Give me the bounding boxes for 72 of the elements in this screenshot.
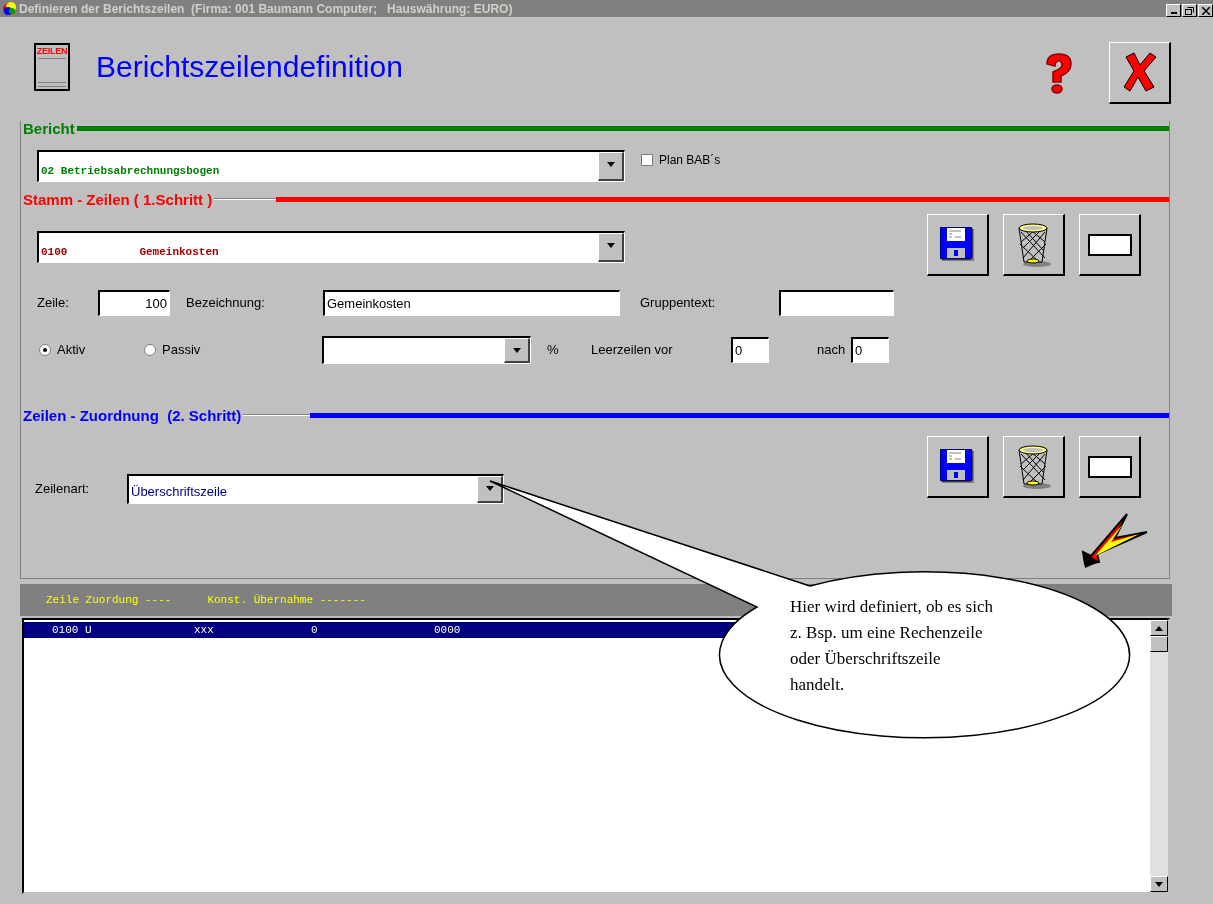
caret-icon <box>1154 880 1164 888</box>
save-button[interactable] <box>927 214 989 276</box>
radio-label: Passiv <box>162 341 201 360</box>
table-cell-text: 0 <box>311 622 319 638</box>
app-icon <box>2 0 17 17</box>
close-icon <box>1201 6 1210 15</box>
caret-icon <box>605 161 616 168</box>
dropdown-button[interactable] <box>598 152 624 181</box>
delete-button[interactable] <box>1003 214 1065 276</box>
dropdown-button[interactable] <box>477 476 503 503</box>
dropdown-field[interactable]: 02 Betriebsabrechnungsbogen <box>37 150 625 182</box>
caret-icon <box>511 347 522 354</box>
restore-icon <box>1185 6 1194 15</box>
caret-icon <box>605 242 616 249</box>
section-title: Zeilen - Zuordnung (2. Schritt) <box>22 407 243 423</box>
dropdown-field[interactable]: Überschriftszeile <box>127 474 504 504</box>
input-field[interactable]: 0 <box>731 337 769 363</box>
restore-button[interactable] <box>1182 4 1197 17</box>
scroll-up-button[interactable] <box>1150 620 1168 636</box>
checkbox-label: Plan BAB´s <box>659 152 721 169</box>
scroll-down-button[interactable] <box>1150 876 1168 892</box>
input-field[interactable] <box>779 290 894 316</box>
callout-text: Hier wird definiert, ob es sich <box>790 596 993 618</box>
combo-text: Gemeinkosten <box>139 244 219 260</box>
dropdown-field[interactable] <box>322 336 531 364</box>
dropdown-button[interactable] <box>504 338 530 363</box>
field-label: Gruppentext: <box>640 294 717 313</box>
scroll-thumb[interactable] <box>1150 636 1168 652</box>
radio-button[interactable] <box>144 344 156 356</box>
field-label: Zeilenart: <box>35 480 91 499</box>
close-button[interactable] <box>1198 4 1213 17</box>
dropdown-field[interactable]: 0100 Gemeinkosten <box>37 231 625 263</box>
field-label: Bezeichnung: <box>186 294 266 313</box>
column-header: Zeile Zuordung ---- <box>46 592 172 608</box>
section-title: Stamm - Zeilen ( 1.Schritt ) <box>22 191 214 207</box>
arrow-icon <box>1081 512 1149 570</box>
new-button[interactable] <box>1079 436 1141 498</box>
column-header: Konst. Übernahme ------- <box>207 592 366 608</box>
input-field[interactable]: Gemeinkosten <box>323 290 620 316</box>
caret-icon <box>484 485 495 492</box>
table-cell-text: xxx <box>194 622 215 638</box>
field-label: % <box>547 341 560 360</box>
minimize-icon <box>1170 12 1177 14</box>
table-cell-text: 0100 U <box>52 622 93 638</box>
field-label: nach <box>817 341 847 360</box>
close-icon <box>1121 51 1158 93</box>
rectangle-icon <box>1087 455 1132 478</box>
combo-text: 0100 <box>41 244 68 260</box>
window-title: Definieren der Berichtszeilen (Firma: 001 Baumann Computer; Hauswährung: EURO) <box>19 0 514 18</box>
input-field[interactable]: 0 <box>851 337 889 363</box>
table-cell-text: 0000 <box>434 622 462 638</box>
field-label: Zeile: <box>37 294 70 313</box>
radio-label: Aktiv <box>57 341 86 360</box>
scrollbar[interactable] <box>1150 620 1168 892</box>
input-field[interactable]: 100 <box>98 290 170 316</box>
section-title: Bericht <box>22 120 76 136</box>
radio-button[interactable] <box>39 344 51 356</box>
dropdown-button[interactable] <box>598 233 624 262</box>
callout-text: oder Überschriftszeile <box>790 648 942 670</box>
rectangle-icon <box>1087 233 1132 256</box>
field-label: Leerzeilen vor <box>591 341 674 360</box>
minimize-button[interactable] <box>1166 4 1181 17</box>
caret-icon <box>1154 624 1164 632</box>
logo-text: ZEILEN <box>36 46 68 56</box>
new-button[interactable] <box>1079 214 1141 276</box>
callout-text: handelt. <box>790 674 846 696</box>
checkbox[interactable] <box>641 154 653 166</box>
close-button[interactable] <box>1109 41 1171 104</box>
delete-button[interactable] <box>1003 436 1065 498</box>
save-button[interactable] <box>927 436 989 498</box>
page-title: Berichtszeilendefinition <box>96 49 404 85</box>
callout-text: z. Bsp. um eine Rechenzeile <box>790 622 984 644</box>
